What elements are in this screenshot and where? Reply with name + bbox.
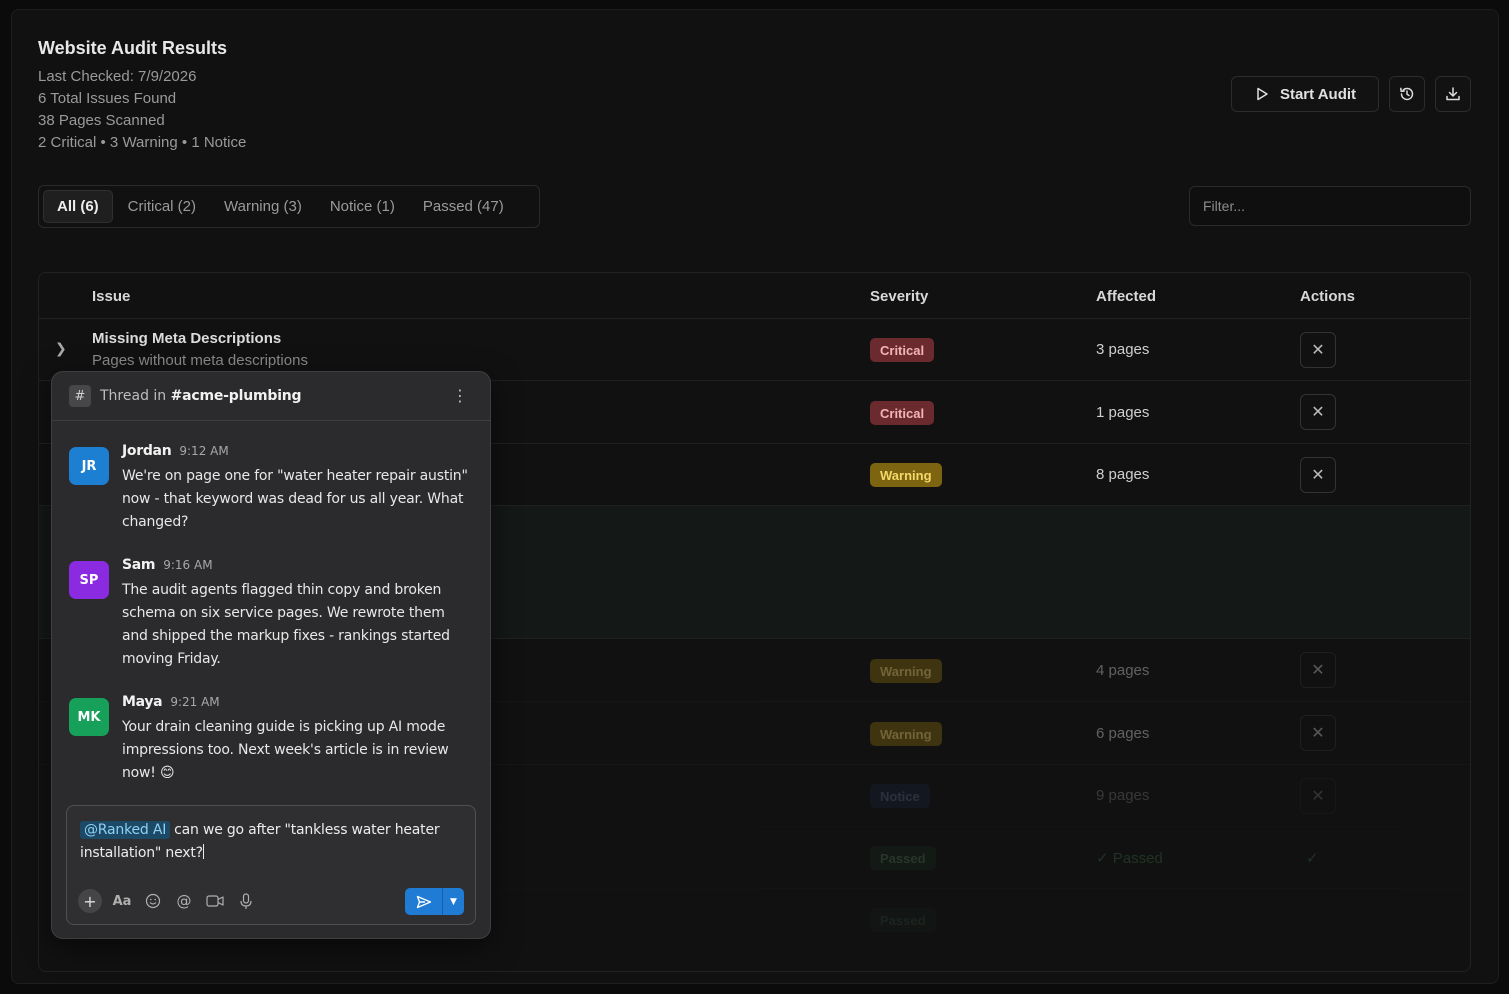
play-icon [1257,87,1268,101]
header-issue: Issue [92,288,131,305]
issue-title: Missing Meta Descriptions [92,330,282,347]
audit-actions: Start Audit [1231,76,1471,112]
chevron-right-icon[interactable]: ❯ [55,340,67,357]
message: MK Maya 9:21 AM Your drain cleaning guide… [69,694,470,784]
send-controls: ▼ [405,888,464,915]
tab-warning[interactable]: Warning (3) [211,191,315,222]
message-text: Your drain cleaning guide is picking up … [122,719,449,781]
download-button[interactable] [1435,76,1471,112]
emoji-icon[interactable] [142,890,164,912]
close-icon: ✕ [1311,662,1325,679]
composer-toolbar: + Aa @ [78,889,257,913]
dismiss-button[interactable]: ✕ [1300,652,1336,688]
close-icon: ✕ [1311,788,1325,805]
avatar[interactable]: MK [69,698,109,736]
severity-badge: Critical [870,338,935,362]
more-options-icon[interactable]: ⋮ [452,386,468,405]
affected-count: 8 pages [1096,466,1150,483]
video-icon[interactable] [204,890,226,912]
filter-input[interactable]: Filter... [1189,186,1471,226]
dismiss-button[interactable]: ✕ [1300,394,1336,430]
severity-badge: Critical [870,401,935,425]
tab-passed[interactable]: Passed (47) [410,191,517,222]
channel-name[interactable]: #acme-plumbing [171,388,302,404]
issue-description: Pages without meta descriptions [92,352,308,369]
severity-badge: Warning [870,463,942,487]
passed-status: ✓ Passed [1096,850,1163,867]
severity-badge: Passed [870,908,936,932]
severity-tabs: All (6) Critical (2) Warning (3) Notice … [38,185,540,228]
audit-meta: Last Checked: 7/9/2026 6 Total Issues Fo… [38,66,246,154]
message: SP Sam 9:16 AM The audit agents flagged t… [69,557,470,669]
message-time: 9:16 AM [163,558,213,572]
message-text: We're on page one for "water heater repa… [122,468,468,530]
severity-badge: Passed [870,846,936,870]
table-header: Issue Severity Affected Actions [39,273,1470,319]
author-name[interactable]: Jordan [122,443,172,459]
header-affected: Affected [1096,288,1157,305]
mention-icon[interactable]: @ [173,890,195,912]
affected-count: 1 pages [1096,404,1150,421]
severity-badge: Warning [870,659,942,683]
thread-header: # Thread in #acme-plumbing ⋮ [52,372,490,421]
affected-count: 9 pages [1096,787,1150,804]
thread-prefix: Thread in [100,388,167,404]
severity-badge: Warning [870,722,942,746]
header-actions: Actions [1300,288,1356,305]
message-author: Maya 9:21 AM [122,694,220,710]
send-options-chevron-down-icon[interactable]: ▼ [442,888,464,915]
check-icon: ✓ [1306,850,1319,867]
affected-count: 4 pages [1096,662,1150,679]
message-composer[interactable]: @Ranked AI can we go after "tankless wate… [66,805,476,925]
message-author: Sam 9:16 AM [122,557,213,573]
tab-critical[interactable]: Critical (2) [115,191,209,222]
start-audit-label: Start Audit [1279,85,1357,103]
message-time: 9:12 AM [179,444,229,458]
send-icon [416,895,431,908]
close-icon: ✕ [1311,467,1325,484]
severity-badge: Notice [870,784,930,808]
close-icon: ✕ [1311,725,1325,742]
formatting-icon[interactable]: Aa [111,890,133,912]
dismiss-button[interactable]: ✕ [1300,715,1336,751]
close-icon: ✕ [1311,404,1325,421]
message-author: Jordan 9:12 AM [122,443,229,459]
start-audit-button[interactable]: Start Audit [1231,76,1379,112]
message-time: 9:21 AM [170,695,220,709]
affected-count: 6 pages [1096,725,1150,742]
download-icon [1446,87,1460,101]
channel-hash-icon: # [69,385,91,407]
thread-popup: # Thread in #acme-plumbing ⋮ JR Jordan 9:… [51,371,491,939]
author-name[interactable]: Sam [122,557,156,573]
text-caret [202,844,204,859]
history-icon [1400,87,1414,101]
history-button[interactable] [1389,76,1425,112]
author-name[interactable]: Maya [122,694,163,710]
plus-icon[interactable]: + [78,889,102,913]
avatar[interactable]: SP [69,561,109,599]
dismiss-button[interactable]: ✕ [1300,778,1336,814]
message-text: The audit agents flagged thin copy and b… [122,582,450,667]
dismiss-button[interactable]: ✕ [1300,332,1336,368]
close-icon: ✕ [1311,342,1325,359]
mention-tag: @Ranked AI [80,821,171,839]
composer-input[interactable]: @Ranked AI can we go after "tankless wate… [80,819,463,865]
dismiss-button[interactable]: ✕ [1300,457,1336,493]
avatar[interactable]: JR [69,447,109,485]
severity-summary: 2 Critical • 3 Warning • 1 Notice [38,134,247,151]
tab-all[interactable]: All (6) [43,190,113,223]
last-checked: Last Checked: 7/9/2026 [38,68,197,85]
message: JR Jordan 9:12 AM We're on page one for "… [69,443,470,533]
affected-count: 3 pages [1096,341,1150,358]
page-title: Website Audit Results [38,38,228,58]
microphone-icon[interactable] [235,890,257,912]
header-severity: Severity [870,288,929,305]
tab-notice[interactable]: Notice (1) [317,191,408,222]
send-button[interactable] [405,888,442,915]
pages-scanned: 38 Pages Scanned [38,112,165,129]
total-issues: 6 Total Issues Found [38,90,177,107]
